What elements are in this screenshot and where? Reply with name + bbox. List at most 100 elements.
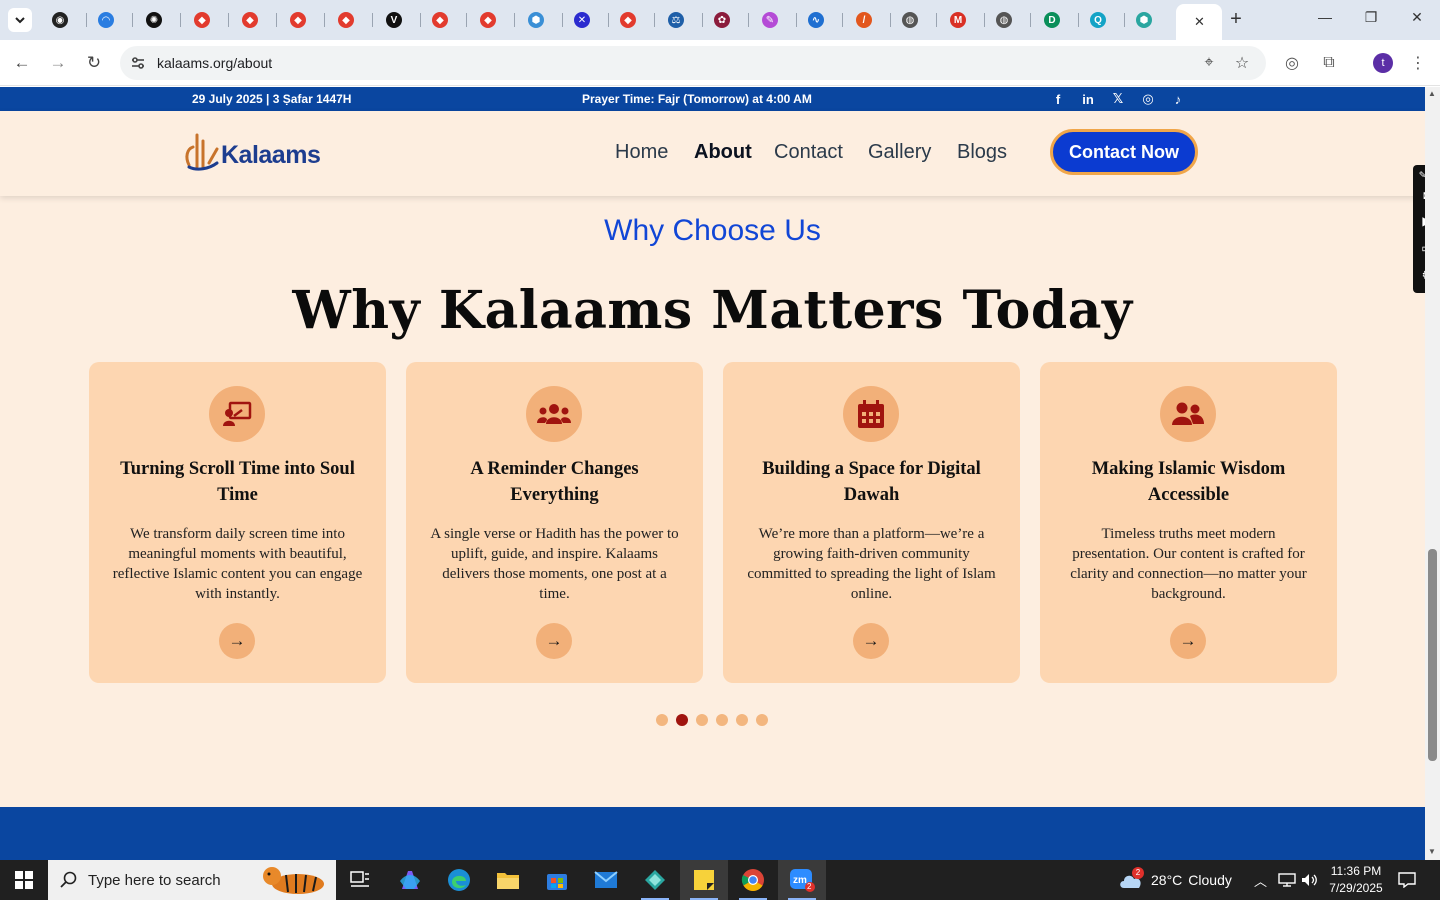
carousel-dot[interactable] xyxy=(696,714,708,726)
browser-tab[interactable]: ⬢ xyxy=(520,6,566,34)
close-icon[interactable]: ✕ xyxy=(1194,14,1205,30)
task-view-icon[interactable] xyxy=(336,860,384,900)
carousel-dot[interactable] xyxy=(656,714,668,726)
browser-tab[interactable]: ◆ xyxy=(424,6,470,34)
edge-browser-icon[interactable] xyxy=(435,860,483,900)
tab-search-button[interactable] xyxy=(8,8,32,32)
tab-favicon: ✕ xyxy=(574,12,590,28)
clock-time: 11:36 PM xyxy=(1330,864,1382,878)
browser-tab[interactable]: ◆ xyxy=(234,6,280,34)
facebook-icon[interactable]: f xyxy=(1050,91,1066,107)
url-text[interactable]: kalaams.org/about xyxy=(157,55,272,71)
card-arrow-button[interactable]: → xyxy=(853,623,889,659)
back-button[interactable]: ← xyxy=(12,53,32,73)
browser-tab[interactable]: ◉ xyxy=(44,6,90,34)
carousel-dot[interactable] xyxy=(716,714,728,726)
card-arrow-button[interactable]: → xyxy=(219,623,255,659)
browser-tab[interactable]: ◆ xyxy=(472,6,518,34)
microsoft-store-icon[interactable] xyxy=(533,860,581,900)
new-tab-button[interactable]: + xyxy=(1225,8,1247,30)
section-headline: Why Kalaams Matters Today xyxy=(292,280,1133,341)
linkedin-icon[interactable]: in xyxy=(1080,91,1096,107)
browser-tab[interactable]: ⬢ xyxy=(1128,6,1174,34)
browser-tab[interactable]: ⚖ xyxy=(660,6,706,34)
nav-about[interactable]: About xyxy=(694,141,752,164)
app-icon[interactable] xyxy=(631,860,679,900)
carousel-dot-active[interactable] xyxy=(676,714,688,726)
browser-tab[interactable]: ◆ xyxy=(330,6,376,34)
more-menu-icon[interactable]: ⋮ xyxy=(1408,53,1428,73)
file-explorer-icon[interactable] xyxy=(484,860,532,900)
bookmark-star-icon[interactable]: ☆ xyxy=(1233,54,1251,72)
presentation-icon xyxy=(209,386,265,442)
notifications-icon[interactable] xyxy=(1398,860,1416,900)
browser-tab[interactable]: M xyxy=(942,6,988,34)
tab-separator xyxy=(796,13,797,27)
browser-toolbar: ← → ↻ kalaams.org/about ⌖ ☆ ◎ ⧉ t ⋮ xyxy=(0,40,1440,86)
address-bar[interactable]: kalaams.org/about ⌖ ☆ xyxy=(120,46,1266,80)
copilot-icon[interactable] xyxy=(386,860,434,900)
browser-tab-active[interactable]: ✕ xyxy=(1176,4,1222,40)
tab-favicon: ◍ xyxy=(902,12,918,28)
site-logo[interactable]: Kalaams xyxy=(183,127,323,177)
zoom-icon[interactable]: zm 2 xyxy=(778,860,826,900)
card-title: A Reminder Changes Everything xyxy=(470,459,639,505)
browser-tab[interactable]: ✿ xyxy=(706,6,752,34)
location-pin-icon[interactable]: ⌖ xyxy=(1200,54,1218,72)
scroll-down-icon[interactable]: ▼ xyxy=(1428,847,1436,856)
tab-favicon: V xyxy=(386,12,402,28)
sticky-notes-icon[interactable] xyxy=(680,860,728,900)
card-arrow-button[interactable]: → xyxy=(1170,623,1206,659)
browser-tab[interactable]: ◆ xyxy=(282,6,328,34)
browser-tab[interactable]: ◆ xyxy=(612,6,658,34)
browser-tab[interactable]: ◍ xyxy=(894,6,940,34)
tab-favicon: ⬢ xyxy=(1136,12,1152,28)
tab-separator xyxy=(86,13,87,27)
taskbar-search[interactable]: Type here to search xyxy=(48,860,336,900)
card-arrow-button[interactable]: → xyxy=(536,623,572,659)
instagram-icon[interactable]: ◎ xyxy=(1140,91,1156,107)
browser-tab[interactable]: Q xyxy=(1082,6,1128,34)
network-icon[interactable] xyxy=(1278,860,1296,900)
start-button[interactable] xyxy=(0,860,48,900)
browser-tab[interactable]: ◠ xyxy=(90,6,136,34)
scrollbar-thumb[interactable] xyxy=(1428,549,1437,761)
chrome-icon[interactable] xyxy=(729,860,777,900)
site-info-icon[interactable] xyxy=(130,55,146,71)
contact-now-button[interactable]: Contact Now xyxy=(1050,129,1198,175)
translate-icon[interactable]: ◎ xyxy=(1282,53,1302,73)
mail-icon[interactable] xyxy=(582,860,630,900)
carousel-dot[interactable] xyxy=(736,714,748,726)
nav-home[interactable]: Home xyxy=(615,141,668,164)
browser-tab[interactable]: ✕ xyxy=(566,6,612,34)
browser-tab[interactable]: ✎ xyxy=(754,6,800,34)
browser-tab[interactable]: ✺ xyxy=(138,6,184,34)
nav-contact[interactable]: Contact xyxy=(774,141,843,164)
profile-avatar[interactable]: t xyxy=(1373,53,1393,73)
forward-button[interactable]: → xyxy=(48,53,68,73)
window-close-button[interactable]: ✕ xyxy=(1407,9,1427,26)
nav-blogs[interactable]: Blogs xyxy=(957,141,1007,164)
system-clock[interactable]: 11:36 PM 7/29/2025 xyxy=(1327,863,1385,897)
show-hidden-icons-button[interactable]: ︿ xyxy=(1254,860,1267,900)
browser-tab[interactable]: ∿ xyxy=(800,6,846,34)
browser-tab[interactable]: ◆ xyxy=(186,6,232,34)
weather-widget[interactable]: 2 28°C Cloudy xyxy=(1118,860,1232,900)
browser-tab[interactable]: ◍ xyxy=(988,6,1034,34)
extensions-icon[interactable]: ⧉ xyxy=(1319,53,1339,73)
nav-gallery[interactable]: Gallery xyxy=(868,141,931,164)
page-scrollbar[interactable]: ▲ ▼ xyxy=(1425,87,1440,860)
tiktok-icon[interactable]: ♪ xyxy=(1170,91,1186,107)
tab-favicon: ✿ xyxy=(714,12,730,28)
carousel-dot[interactable] xyxy=(756,714,768,726)
browser-tab[interactable]: V xyxy=(378,6,424,34)
scroll-up-icon[interactable]: ▲ xyxy=(1428,89,1436,98)
minimize-button[interactable]: — xyxy=(1315,9,1335,25)
reload-button[interactable]: ↻ xyxy=(84,53,104,73)
volume-icon[interactable] xyxy=(1301,860,1319,900)
tab-favicon: ∿ xyxy=(808,12,824,28)
restore-button[interactable]: ❐ xyxy=(1361,9,1381,26)
browser-tab[interactable]: / xyxy=(848,6,894,34)
browser-tab[interactable]: D xyxy=(1036,6,1082,34)
x-icon[interactable]: 𝕏 xyxy=(1110,91,1126,107)
